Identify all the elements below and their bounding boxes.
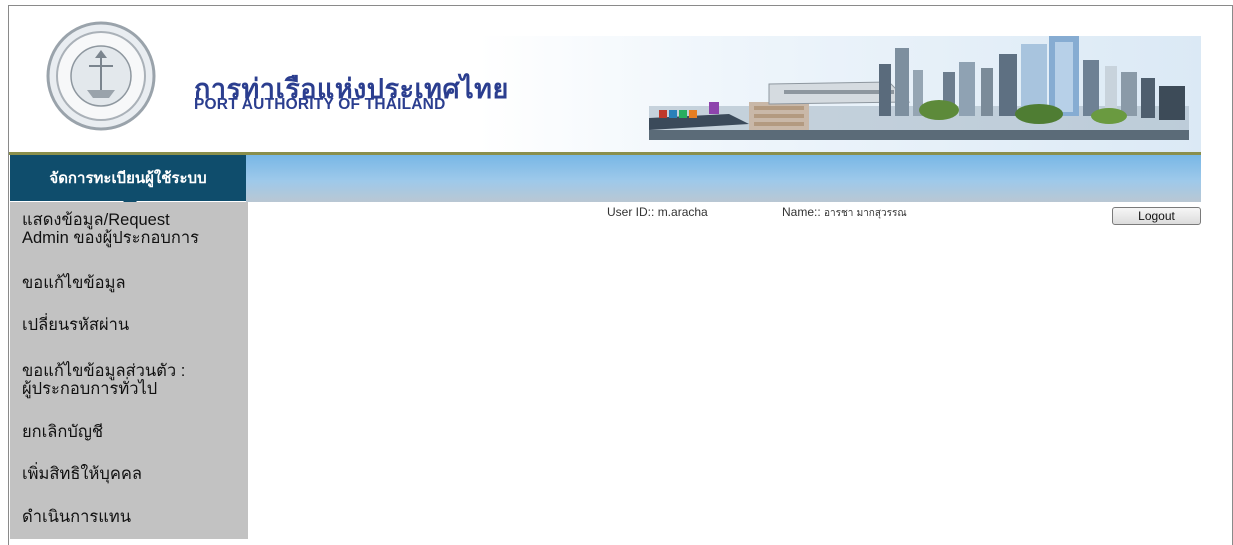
user-id-label: User ID:: (607, 205, 655, 219)
header-banner (9, 6, 1201, 152)
banner-artwork (9, 6, 1201, 152)
sidebar-item-label: ยกเลิกบัญชี (22, 423, 104, 441)
user-name-value: อารชา มากสุวรรณ (824, 208, 907, 219)
sidebar-item-cancel-account[interactable]: ยกเลิกบัญชี (22, 423, 242, 441)
user-id-value: m.aracha (657, 205, 708, 219)
sidebar-item-show-info-request-admin[interactable]: แสดงข้อมูล/Request Admin ของผู้ประกอบการ (22, 211, 242, 247)
sidebar-item-label: เพิ่มสิทธิให้บุคคล (22, 465, 143, 483)
sidebar-item-change-password[interactable]: เปลี่ยนรหัสผ่าน (22, 316, 242, 334)
user-id-display: User ID:: m.aracha (607, 205, 708, 219)
menu-title: จัดการทะเบียนผู้ใช้ระบบ (10, 155, 246, 208)
sidebar-item-label: แสดงข้อมูล/Request (22, 211, 170, 229)
sidebar-item-label: ขอแก้ไขข้อมูลส่วนตัว : (22, 362, 186, 380)
sidebar-item-request-edit-info[interactable]: ขอแก้ไขข้อมูล (22, 274, 242, 292)
sidebar-item-label: ขอแก้ไขข้อมูล (22, 274, 126, 292)
org-name-english: PORT AUTHORITY OF THAILAND (194, 96, 446, 113)
sidebar-item-label: ดำเนินการแทน (22, 508, 132, 526)
sidebar-item-act-on-behalf[interactable]: ดำเนินการแทน (22, 508, 242, 526)
port-authority-seal-icon (46, 21, 156, 131)
sidebar-item-label: ผู้ประกอบการทั่วไป (22, 380, 158, 398)
user-name-label: Name:: (782, 205, 821, 219)
user-name-display: Name:: อารชา มากสุวรรณ (782, 205, 907, 221)
top-nav-bar (246, 155, 1201, 202)
logout-button[interactable]: Logout (1112, 207, 1201, 225)
sidebar: แสดงข้อมูล/Request Admin ของผู้ประกอบการ… (10, 202, 248, 539)
sidebar-item-label: Admin ของผู้ประกอบการ (22, 229, 199, 247)
sidebar-item-label: เปลี่ยนรหัสผ่าน (22, 316, 130, 334)
sidebar-item-add-permission[interactable]: เพิ่มสิทธิให้บุคคล (22, 465, 242, 483)
sidebar-item-edit-personal-info[interactable]: ขอแก้ไขข้อมูลส่วนตัว : ผู้ประกอบการทั่วไ… (22, 362, 242, 398)
